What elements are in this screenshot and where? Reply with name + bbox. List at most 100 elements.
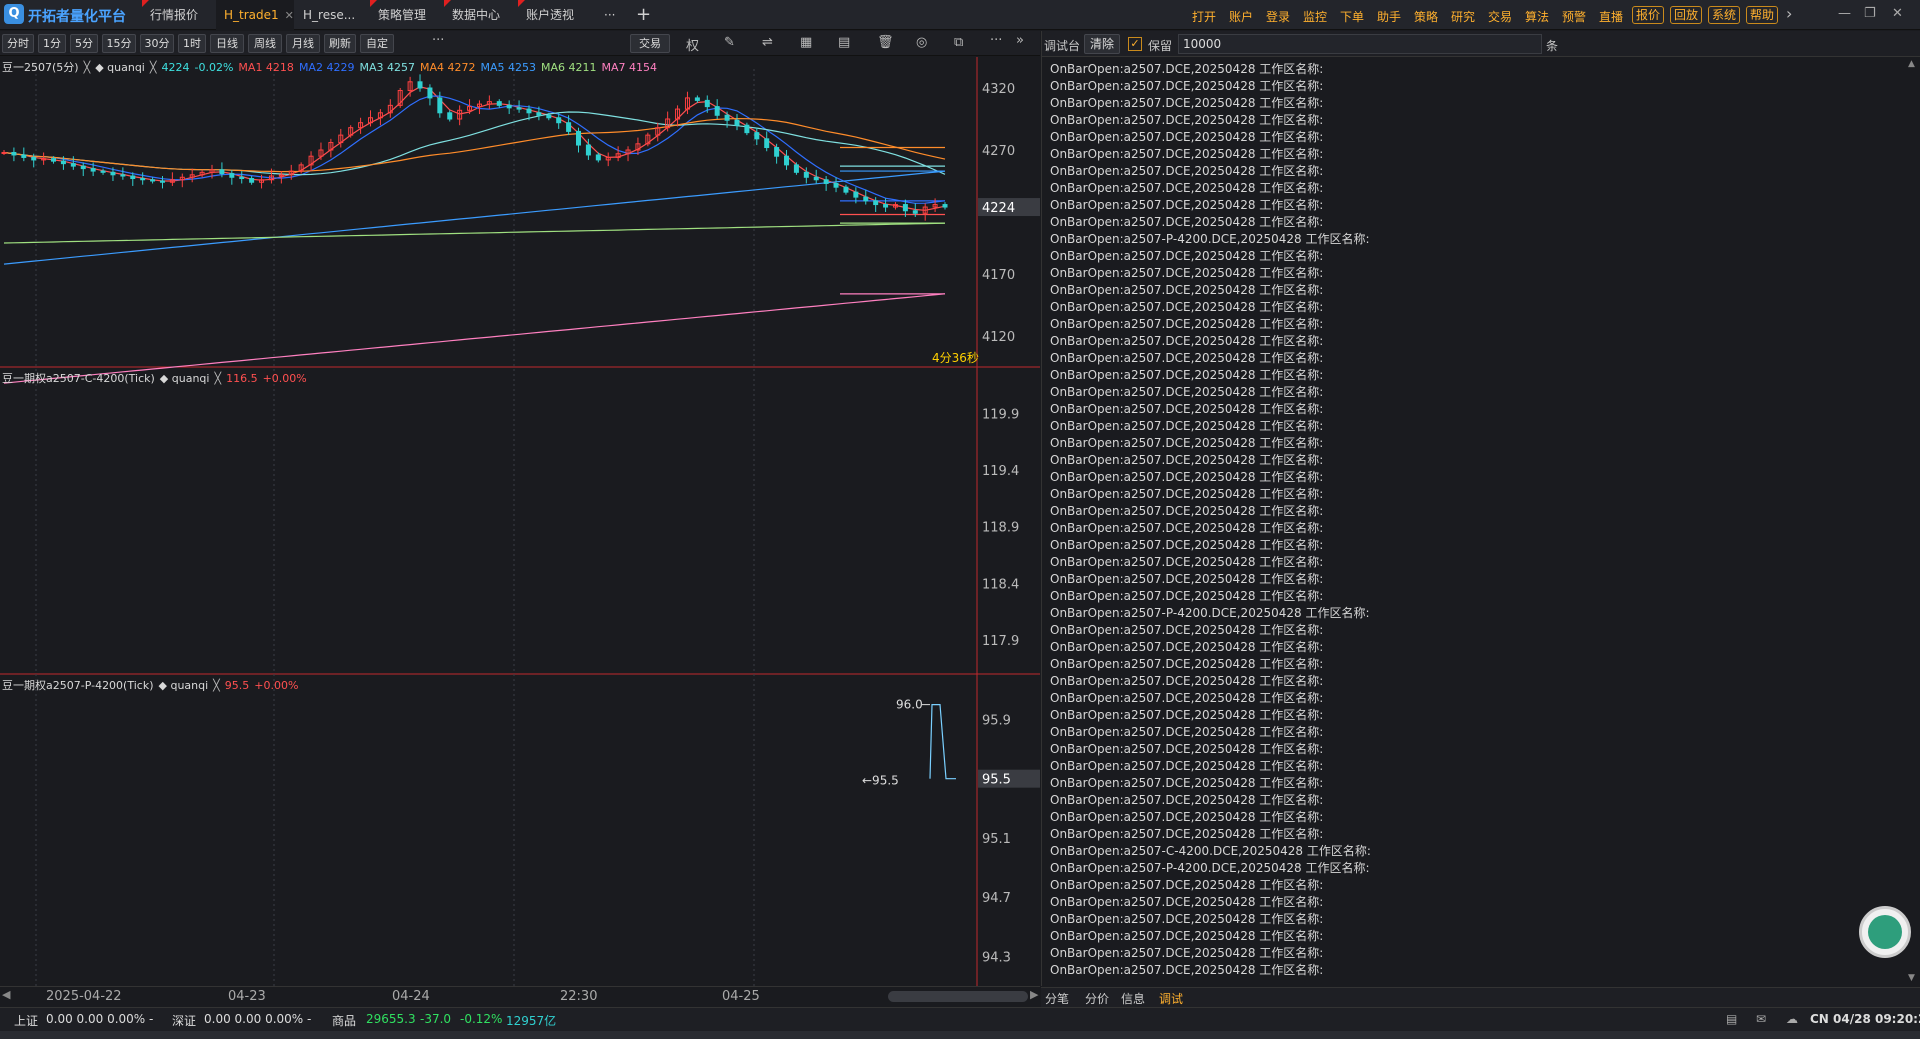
menu-item[interactable]: 策略: [1414, 8, 1438, 25]
tab-h-trade1[interactable]: H_trade1 ✕: [216, 0, 294, 30]
legend-item: MA6 4211: [541, 61, 597, 74]
period-button[interactable]: 1时: [178, 34, 206, 53]
period-button[interactable]: 周线: [248, 34, 282, 53]
menu-item[interactable]: 助手: [1377, 8, 1401, 25]
menu-item[interactable]: 监控: [1303, 8, 1327, 25]
candle-body: [744, 124, 750, 134]
cloud-icon[interactable]: ☁: [1786, 1012, 1798, 1026]
layout-icon[interactable]: ▤: [838, 35, 850, 50]
keep-checkbox[interactable]: ✓: [1128, 37, 1142, 51]
candle-body: [823, 179, 829, 184]
y-tick: 118.4: [982, 577, 1019, 592]
menu-item[interactable]: 交易: [1488, 8, 1512, 25]
tab-h-research[interactable]: H_rese...: [295, 0, 363, 30]
indicator-settings-icon[interactable]: ⇌: [762, 35, 773, 50]
log-line: OnBarOpen:a2507.DCE,20250428 工作区名称:: [1050, 487, 1324, 501]
more-tabs-button[interactable]: ···: [596, 0, 623, 30]
log-line: OnBarOpen:a2507.DCE,20250428 工作区名称:: [1050, 759, 1324, 773]
more-menu-icon[interactable]: ›: [1786, 4, 1792, 23]
log-line: OnBarOpen:a2507.DCE,20250428 工作区名称:: [1050, 283, 1324, 297]
period-button[interactable]: 分时: [2, 34, 34, 53]
tab-price-volume[interactable]: 分价: [1085, 990, 1109, 1007]
menu-item-boxed[interactable]: 系统: [1708, 6, 1741, 24]
more-tools-button[interactable]: ···: [990, 33, 1002, 48]
tab-ticks[interactable]: 分笔: [1045, 990, 1069, 1007]
trash-icon[interactable]: 🗑: [877, 35, 894, 50]
log-line: OnBarOpen:a2507.DCE,20250428 工作区名称:: [1050, 742, 1324, 756]
screenshot-icon[interactable]: ⧉: [954, 35, 963, 50]
menu-item-boxed[interactable]: 回放: [1670, 6, 1703, 24]
y-tick: 4170: [982, 268, 1015, 283]
scroll-down-icon[interactable]: ▼: [1908, 973, 1915, 983]
log-line: OnBarOpen:a2507.DCE,20250428 工作区名称:: [1050, 113, 1324, 127]
scroll-right-icon[interactable]: ▶: [1030, 988, 1038, 1001]
clear-button[interactable]: 清除: [1084, 34, 1120, 54]
y-tick: 94.3: [982, 950, 1011, 965]
y-tick: 95.1: [982, 832, 1011, 847]
log-line: OnBarOpen:a2507.DCE,20250428 工作区名称:: [1050, 334, 1324, 348]
target-icon[interactable]: ◎: [916, 35, 927, 50]
period-button[interactable]: 30分: [140, 34, 174, 53]
commodity-change: -37.0: [420, 1012, 452, 1026]
menu-item[interactable]: 算法: [1525, 8, 1549, 25]
expand-icon[interactable]: »: [1016, 33, 1024, 48]
log-line: OnBarOpen:a2507.DCE,20250428 工作区名称:: [1050, 555, 1324, 569]
debug-console[interactable]: OnBarOpen:a2507.DCE,20250428 工作区名称: OnBar…: [1050, 61, 1900, 981]
assistant-logo-icon: [1868, 915, 1902, 949]
close-window-icon[interactable]: ✕: [1892, 6, 1903, 21]
notes-icon[interactable]: ▤: [1726, 1012, 1737, 1026]
commodity-volume: 12957亿: [506, 1014, 557, 1028]
tab-account[interactable]: 账户透视: [518, 0, 582, 30]
rights-button[interactable]: 权: [686, 35, 699, 54]
trade-button[interactable]: 交易: [630, 34, 670, 53]
assistant-float-button[interactable]: [1859, 906, 1911, 958]
draw-pen-icon[interactable]: ✎: [724, 35, 735, 50]
candle-body: [803, 171, 809, 178]
tab-strategy[interactable]: 策略管理: [370, 0, 434, 30]
tab-quotes[interactable]: 行情报价: [142, 0, 206, 30]
chart-canvas[interactable]: 4320 4270 4170 4120 4224 4分36秒 119.9 119.4 118.9…: [0, 57, 1040, 986]
more-periods-button[interactable]: ···: [432, 33, 444, 48]
tab-debug[interactable]: 调试: [1159, 990, 1183, 1007]
calculator-icon[interactable]: ▦: [800, 35, 812, 50]
candle-body: [754, 132, 760, 140]
period-button[interactable]: 日线: [210, 34, 244, 53]
console-scrollbar[interactable]: ▲ ▼: [1908, 59, 1918, 983]
candle-body: [150, 179, 156, 182]
menu-item[interactable]: 登录: [1266, 8, 1290, 25]
keep-count-input[interactable]: [1178, 34, 1542, 54]
menu-item-boxed[interactable]: 帮助: [1746, 6, 1779, 24]
period-button[interactable]: 自定: [360, 34, 394, 53]
message-icon[interactable]: ✉: [1756, 1012, 1766, 1026]
period-button[interactable]: 5分: [70, 34, 98, 53]
menu-item[interactable]: 打开: [1192, 8, 1216, 25]
period-button[interactable]: 15分: [102, 34, 136, 53]
tab-info[interactable]: 信息: [1121, 990, 1145, 1007]
time-scrollbar[interactable]: [888, 991, 1028, 1002]
period-button[interactable]: 月线: [286, 34, 320, 53]
put-price-line: [929, 704, 956, 780]
restore-icon[interactable]: ❐: [1864, 6, 1876, 21]
menu-item-boxed[interactable]: 报价: [1632, 6, 1665, 24]
menu-item[interactable]: 下单: [1340, 8, 1364, 25]
menu-item[interactable]: 研究: [1451, 8, 1475, 25]
minimize-icon[interactable]: —: [1838, 6, 1851, 21]
menu-item[interactable]: 直播: [1599, 8, 1623, 25]
menu-item[interactable]: 账户: [1229, 8, 1253, 25]
add-tab-button[interactable]: +: [628, 0, 659, 30]
bar-countdown: 4分36秒: [932, 351, 979, 365]
close-icon[interactable]: ✕: [285, 9, 294, 22]
scroll-left-icon[interactable]: ◀: [2, 988, 10, 1001]
y-tick: 4120: [982, 330, 1015, 345]
period-button[interactable]: 刷新: [324, 34, 356, 53]
y-tick: 117.9: [982, 634, 1019, 649]
period-button[interactable]: 1分: [38, 34, 66, 53]
time-axis[interactable]: ◀ 2025-04-22 04-23 04-24 22:30 04-25 ▶: [0, 986, 1040, 1006]
chart-area[interactable]: 4320 4270 4170 4120 4224 4分36秒 119.9 119.4 118.9…: [0, 57, 1040, 986]
candle-body: [219, 169, 225, 175]
candle-body: [883, 204, 889, 208]
legend-item: MA7 4154: [601, 61, 658, 74]
tab-data-center[interactable]: 数据中心: [444, 0, 508, 30]
menu-item[interactable]: 预警: [1562, 8, 1586, 25]
scroll-up-icon[interactable]: ▲: [1908, 59, 1915, 69]
